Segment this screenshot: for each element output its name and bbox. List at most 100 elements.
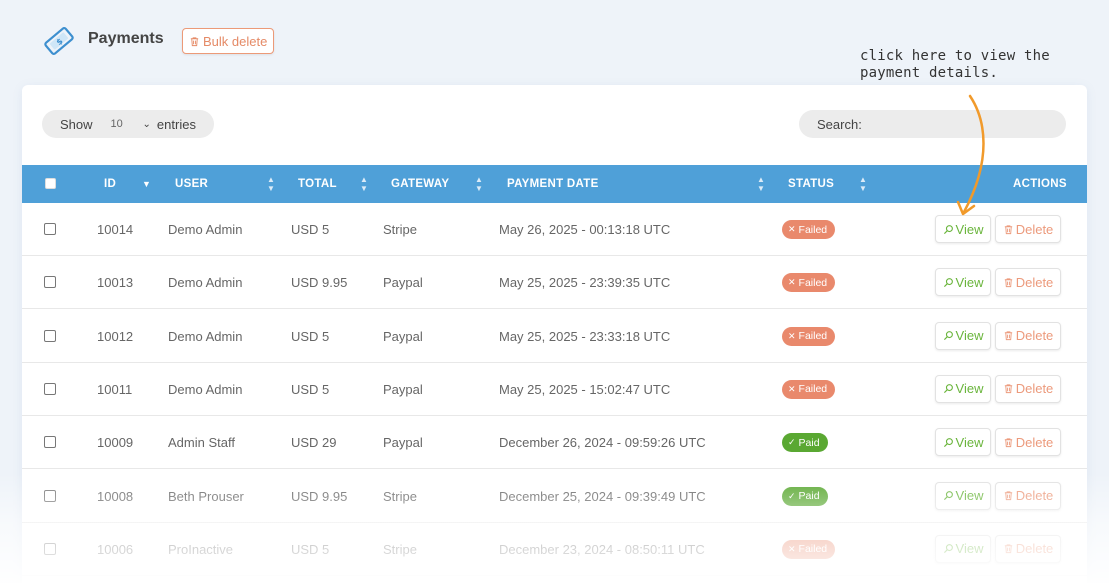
cell-gateway: Stripe	[383, 488, 417, 504]
cell-total: USD 5	[291, 328, 330, 344]
cell-gateway: Stripe	[383, 222, 417, 237]
view-label: View	[955, 381, 984, 397]
payments-panel: Show 10 ⌄ entries Search: ID ▼ USER ▲ ▼ T…	[22, 85, 1087, 583]
cell-id: 10014	[97, 222, 134, 237]
row-checkbox[interactable]	[44, 329, 56, 342]
row-checkbox[interactable]	[44, 489, 56, 502]
delete-button[interactable]: Delete	[995, 268, 1061, 297]
cell-id: 10011	[97, 381, 133, 397]
delete-button[interactable]: Delete	[995, 534, 1061, 563]
status-badge: ✕ Failed	[782, 379, 836, 399]
view-button[interactable]: View	[935, 428, 991, 457]
status-badge: ✓ Paid	[782, 433, 828, 453]
trash-icon	[1004, 278, 1012, 287]
delete-button[interactable]: Delete	[995, 481, 1061, 510]
trash-icon	[1004, 331, 1012, 341]
sort-icon[interactable]: ▲ ▼	[360, 165, 368, 203]
delete-button[interactable]: Delete	[995, 428, 1061, 457]
view-button[interactable]: View	[935, 374, 991, 403]
col-status[interactable]: STATUS	[788, 165, 834, 203]
cell-payment-date: May 25, 2025 - 23:39:35 UTC	[499, 275, 671, 291]
status-badge: ✕ Failed	[782, 539, 836, 559]
view-button[interactable]: View	[935, 215, 991, 243]
col-id[interactable]: ID	[104, 165, 116, 203]
show-label: Show	[60, 116, 93, 132]
view-label: View	[955, 541, 984, 557]
sort-icon[interactable]: ▲ ▼	[757, 165, 765, 203]
cell-payment-date: May 25, 2025 - 15:02:47 UTC	[499, 381, 671, 397]
col-gateway[interactable]: GATEWAY	[391, 165, 449, 203]
cell-total: USD 5	[291, 541, 330, 557]
page-title: Payments	[88, 30, 164, 47]
row-checkbox[interactable]	[44, 223, 56, 235]
trash-icon	[1004, 384, 1012, 394]
chevron-down-icon[interactable]: ⌄	[143, 119, 151, 130]
entries-length-control: Show 10 ⌄ entries	[42, 110, 214, 138]
col-total[interactable]: TOTAL	[298, 165, 337, 203]
view-label: View	[955, 221, 984, 237]
cell-user: Demo Admin	[168, 381, 243, 397]
sort-desc-icon[interactable]: ▼	[142, 165, 151, 203]
delete-label: Delete	[1015, 541, 1054, 557]
help-annotation: click here to view the payment details.	[860, 48, 1060, 82]
delete-button[interactable]: Delete	[995, 321, 1061, 350]
cell-gateway: Stripe	[383, 541, 417, 557]
status-label: Failed	[798, 383, 828, 396]
select-all-checkbox[interactable]	[45, 178, 56, 189]
status-badge: ✕ Failed	[782, 326, 836, 346]
sort-icon[interactable]: ▲ ▼	[267, 165, 275, 203]
annotation-line: click here to view the	[860, 48, 1050, 64]
x-circle-icon: ✕	[788, 277, 796, 288]
trash-icon	[190, 36, 199, 46]
view-button[interactable]: View	[935, 268, 991, 297]
view-label: View	[955, 488, 984, 503]
table-row: 10009 Admin Staff USD 29 Paypal December 26,…	[22, 416, 1087, 470]
magnifier-icon	[943, 544, 953, 554]
delete-label: Delete	[1015, 381, 1054, 397]
cell-payment-date: May 25, 2025 - 23:33:18 UTC	[499, 328, 671, 344]
cell-payment-date: December 23, 2024 - 08:50:11 UTC	[499, 541, 705, 557]
trash-icon	[1004, 491, 1012, 501]
delete-button[interactable]: Delete	[995, 374, 1061, 403]
view-button[interactable]: View	[935, 481, 991, 510]
status-label: Paid	[798, 490, 820, 502]
view-label: View	[955, 434, 984, 450]
entries-select[interactable]: 10	[111, 118, 139, 130]
magnifier-icon	[943, 224, 953, 234]
sort-icon[interactable]: ▲ ▼	[475, 165, 483, 203]
status-badge: ✓ Paid	[782, 486, 828, 506]
check-circle-icon: ✓	[788, 490, 796, 501]
bulk-delete-label: Bulk delete	[203, 33, 268, 49]
col-payment-date[interactable]: PAYMENT DATE	[507, 165, 599, 203]
row-checkbox[interactable]	[44, 382, 56, 395]
cell-payment-date: December 25, 2024 - 09:39:49 UTC	[499, 488, 706, 504]
row-checkbox[interactable]	[44, 542, 56, 555]
sort-icon[interactable]: ▲ ▼	[859, 165, 867, 203]
search-box: Search:	[799, 110, 1066, 138]
status-badge: ✕ Failed	[782, 273, 836, 293]
cell-user: Beth Prouser	[168, 488, 244, 504]
view-button[interactable]: View	[935, 321, 991, 350]
cell-user: Demo Admin	[168, 328, 243, 344]
search-input[interactable]	[865, 116, 1046, 132]
row-checkbox[interactable]	[44, 436, 56, 449]
cell-user: ProInactive	[168, 541, 234, 557]
cell-total: USD 29	[291, 435, 337, 451]
col-user[interactable]: USER	[175, 165, 208, 203]
trash-icon	[1004, 224, 1012, 234]
bulk-delete-button[interactable]: Bulk delete	[182, 28, 275, 54]
entries-label: entries	[156, 116, 196, 132]
search-label: Search:	[817, 116, 862, 132]
status-label: Failed	[798, 223, 828, 236]
magnifier-icon	[943, 331, 953, 341]
cell-gateway: Paypal	[383, 435, 423, 451]
table-row: 10011 Demo Admin USD 5 Paypal May 25, 2025 -…	[22, 363, 1087, 416]
row-checkbox[interactable]	[44, 276, 56, 289]
cell-total: USD 9.95	[291, 275, 348, 291]
x-circle-icon: ✕	[788, 224, 796, 234]
delete-label: Delete	[1015, 434, 1054, 450]
view-button[interactable]: View	[935, 534, 991, 563]
delete-button[interactable]: Delete	[995, 215, 1061, 243]
table-row: 10006 ProInactive USD 5 Stripe December 23, …	[22, 523, 1087, 576]
delete-label: Delete	[1015, 221, 1054, 237]
